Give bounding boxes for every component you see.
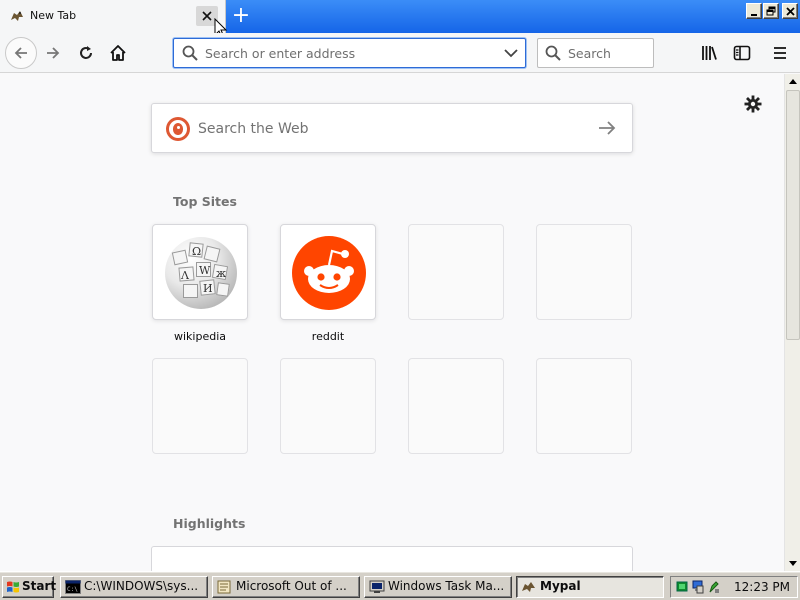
search-input[interactable] <box>568 44 648 62</box>
task-manager-icon <box>369 580 385 593</box>
home-button[interactable] <box>108 43 128 63</box>
tab-strip: New Tab + <box>0 0 800 39</box>
top-site-placeholder[interactable] <box>280 358 376 454</box>
mypal-icon <box>9 8 25 24</box>
top-site-placeholder[interactable] <box>408 224 504 320</box>
top-site-tile-wikipedia[interactable]: Ω W Λ ж И <box>152 224 248 320</box>
top-site-label: wikipedia <box>173 330 226 343</box>
start-label: Start <box>22 579 57 593</box>
search-icon <box>545 45 561 61</box>
reddit-alien-icon <box>292 236 366 310</box>
url-input[interactable] <box>205 44 495 62</box>
taskbar-item-task-manager[interactable]: Windows Task Ma... <box>364 576 512 598</box>
taskbar-item-label: Windows Task Ma... <box>388 579 505 593</box>
plus-icon: + <box>231 3 251 28</box>
top-sites-heading: Top Sites <box>173 194 237 209</box>
home-icon <box>110 45 126 61</box>
minimize-button[interactable] <box>746 3 762 19</box>
arrow-left-icon <box>14 47 27 59</box>
windows-taskbar: Start C:\ C:\WINDOWS\sys... Microsoft Ou… <box>0 571 800 600</box>
network-icon[interactable] <box>676 580 688 594</box>
scroll-down-button[interactable] <box>785 555 800 571</box>
triangle-down-icon <box>789 561 797 566</box>
navigation-toolbar <box>0 33 800 73</box>
top-site-tile-reddit[interactable] <box>280 224 376 320</box>
sidebar-icon <box>733 45 751 61</box>
start-button[interactable]: Start <box>2 576 57 598</box>
close-window-button[interactable] <box>782 3 798 19</box>
taskbar-item-label: Microsoft Out of ... <box>236 579 347 593</box>
close-icon <box>785 7 795 16</box>
arrow-right-icon[interactable] <box>598 120 616 136</box>
reload-button[interactable] <box>76 43 96 63</box>
restore-icon <box>766 6 776 16</box>
taskbar-item-mypal[interactable]: Mypal <box>516 576 664 598</box>
tab-new-tab[interactable]: New Tab <box>0 0 226 33</box>
web-search-box[interactable] <box>151 103 633 153</box>
svg-text:C:\: C:\ <box>67 586 78 593</box>
taskbar-item-label: C:\WINDOWS\sys... <box>84 579 199 593</box>
restore-button[interactable] <box>763 3 779 19</box>
taskbar-item-cmd[interactable]: C:\ C:\WINDOWS\sys... <box>60 576 208 598</box>
back-button[interactable] <box>5 37 37 69</box>
library-icon <box>702 46 717 60</box>
arrow-right-icon <box>47 47 60 59</box>
windows-logo-icon <box>7 581 19 593</box>
url-bar[interactable] <box>173 38 526 68</box>
display-icon[interactable] <box>692 580 704 594</box>
cmd-icon: C:\ <box>65 580 81 594</box>
forward-button[interactable] <box>43 43 63 63</box>
search-bar[interactable] <box>537 38 654 68</box>
top-site-placeholder[interactable] <box>536 224 632 320</box>
minimize-icon <box>751 14 757 16</box>
sidebar-button[interactable] <box>733 44 751 62</box>
taskbar-item-label: Mypal <box>540 579 581 593</box>
mypal-icon <box>522 582 535 592</box>
search-icon <box>182 45 198 61</box>
top-site-placeholder[interactable] <box>408 358 504 454</box>
menu-button[interactable] <box>772 44 790 62</box>
taskbar-clock[interactable]: 12:23 PM <box>734 580 790 594</box>
top-site-label: reddit <box>311 330 345 343</box>
web-search-input[interactable] <box>198 119 588 139</box>
top-site-placeholder[interactable] <box>536 358 632 454</box>
system-tray: 12:23 PM <box>670 576 798 598</box>
duckduckgo-icon <box>166 117 190 141</box>
scrollbar-thumb[interactable] <box>786 90 800 340</box>
new-tab-button[interactable]: + <box>231 5 251 27</box>
gear-icon[interactable] <box>744 95 762 113</box>
top-site-placeholder[interactable] <box>152 358 248 454</box>
highlights-card[interactable] <box>151 546 633 571</box>
new-tab-page: Top Sites Ω W Λ ж И wikipedia <box>0 74 784 571</box>
wikipedia-globe-icon: Ω W Λ ж И <box>165 237 237 309</box>
scroll-up-button[interactable] <box>785 74 800 90</box>
reload-icon <box>80 46 92 59</box>
chevron-down-icon[interactable] <box>504 49 518 58</box>
taskbar-item-outlook[interactable]: Microsoft Out of ... <box>212 576 360 598</box>
close-icon <box>202 11 212 21</box>
vertical-scrollbar[interactable] <box>784 74 800 571</box>
outlook-icon <box>217 580 231 594</box>
highlights-heading: Highlights <box>173 516 246 531</box>
hamburger-menu-icon <box>774 47 786 59</box>
library-button[interactable] <box>701 44 719 62</box>
safely-remove-hardware-icon[interactable] <box>708 580 720 594</box>
triangle-up-icon <box>789 79 797 84</box>
tab-title: New Tab <box>30 9 77 22</box>
